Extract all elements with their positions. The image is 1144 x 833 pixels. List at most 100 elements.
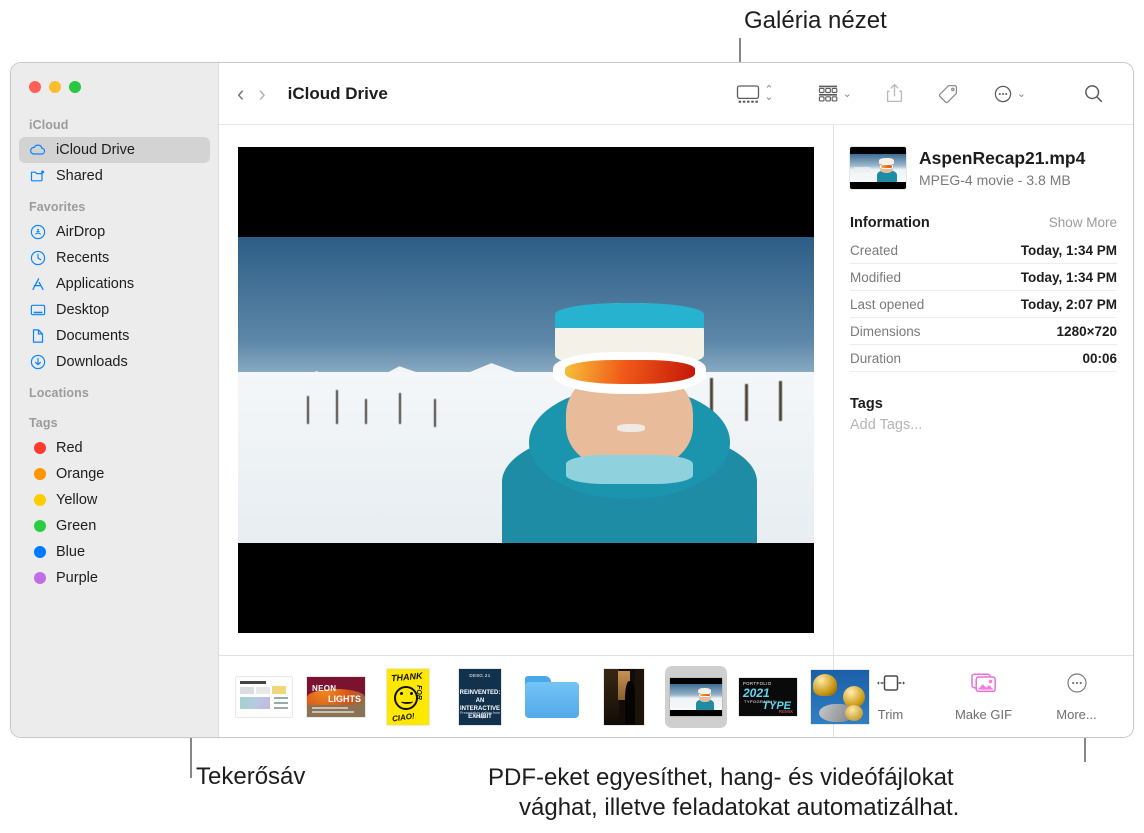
preview-area <box>219 125 833 655</box>
tag-dot-icon <box>29 491 47 509</box>
sidebar-item-tag-yellow[interactable]: Yellow <box>19 487 210 513</box>
file-thumbnail <box>850 147 906 189</box>
sidebar-item-tag-green[interactable]: Green <box>19 513 210 539</box>
sidebar-item-tag-blue[interactable]: Blue <box>19 539 210 565</box>
file-meta: MPEG-4 movie - 3.8 MB <box>919 172 1071 188</box>
information-section-header: Information Show More <box>850 215 1117 231</box>
clock-icon <box>29 249 47 267</box>
zoom-window-button[interactable] <box>69 81 81 93</box>
traffic-lights <box>11 73 218 107</box>
back-button[interactable]: ‹ <box>237 82 244 105</box>
sidebar-section-favorites: Favorites <box>29 200 86 214</box>
blue-folder-icon <box>525 675 579 718</box>
sidebar-item-label: iCloud Drive <box>56 142 135 158</box>
close-window-button[interactable] <box>29 81 41 93</box>
table-row: Duration 00:06 <box>850 345 1117 372</box>
sidebar-item-label: Purple <box>56 570 98 586</box>
sidebar-item-recents[interactable]: Recents <box>19 245 210 271</box>
forward-button[interactable]: › <box>258 82 265 105</box>
sidebar-item-label: Blue <box>56 544 86 560</box>
gallery-view-button[interactable]: ⌃ ⌄ <box>729 83 779 105</box>
gallery-view-icon <box>735 83 761 105</box>
info-value: Today, 1:34 PM <box>1020 269 1117 285</box>
list-item[interactable]: NEON LIGHTS <box>305 666 367 728</box>
desktop-icon <box>29 301 47 319</box>
trim-icon <box>874 671 908 700</box>
sidebar-item-label: Desktop <box>56 302 110 318</box>
information-title: Information <box>850 215 930 231</box>
filmstrip-scrubber[interactable]: NEON LIGHTS THANK FOR CIAO! DE8G.21 REIN… <box>219 655 869 737</box>
file-header: AspenRecap21.mp4 MPEG-4 movie - 3.8 MB <box>850 147 1117 189</box>
share-button[interactable] <box>878 82 911 105</box>
sidebar-item-label: Red <box>56 440 83 456</box>
callout-quick-actions-line1: PDF-eket egyesíthet, hang- és videófájlo… <box>488 764 954 791</box>
list-item[interactable] <box>809 666 871 728</box>
list-item[interactable]: PORTFOLIO 2021 TYPOGRAPHY TYPE REMIX <box>737 666 799 728</box>
inspector-scroll: AspenRecap21.mp4 MPEG-4 movie - 3.8 MB I… <box>834 125 1133 655</box>
more-quick-actions-button[interactable]: More... <box>1034 671 1120 722</box>
table-row: Last opened Today, 2:07 PM <box>850 291 1117 318</box>
sidebar-item-downloads[interactable]: Downloads <box>19 349 210 375</box>
preview-column: NEON LIGHTS THANK FOR CIAO! DE8G.21 REIN… <box>219 125 869 737</box>
sidebar-item-tag-purple[interactable]: Purple <box>19 565 210 591</box>
share-icon <box>884 82 905 105</box>
group-by-button[interactable]: ⌄ <box>810 83 858 105</box>
list-item[interactable] <box>593 666 655 728</box>
info-key: Dimensions <box>850 323 921 339</box>
make-gif-icon <box>968 671 1000 700</box>
sidebar-item-label: Recents <box>56 250 110 266</box>
sidebar-item-airdrop[interactable]: AirDrop <box>19 219 210 245</box>
sidebar-item-label: Green <box>56 518 97 534</box>
sidebar-item-label: Downloads <box>56 354 128 370</box>
breadcrumb: iCloud Drive <box>287 83 388 103</box>
list-item[interactable]: THANK FOR CIAO! <box>377 666 439 728</box>
sidebar-item-shared[interactable]: Shared <box>19 163 210 189</box>
sidebar-item-tag-orange[interactable]: Orange <box>19 461 210 487</box>
list-item[interactable] <box>233 666 295 728</box>
info-key: Created <box>850 242 899 258</box>
sidebar-item-applications[interactable]: Applications <box>19 271 210 297</box>
search-button[interactable] <box>1076 82 1111 105</box>
info-value: 00:06 <box>1082 350 1117 366</box>
chevron-down-icon: ⌄ <box>842 88 852 100</box>
list-item[interactable] <box>665 665 727 728</box>
callout-gallery-view: Galéria nézet <box>744 7 887 34</box>
more-actions-button[interactable]: ⌄ <box>986 83 1032 105</box>
tags-title: Tags <box>850 396 883 412</box>
sidebar-item-label: Orange <box>56 466 105 482</box>
sidebar-item-desktop[interactable]: Desktop <box>19 297 210 323</box>
list-item[interactable]: DE8G.21 REINVENTED: AN INTERACTIVE EXHIBIT… <box>449 666 511 728</box>
sidebar-item-documents[interactable]: Documents <box>19 323 210 349</box>
info-key: Duration <box>850 350 902 366</box>
tag-dot-icon <box>29 465 47 483</box>
sidebar-section-tags: Tags <box>29 416 58 430</box>
document-icon <box>29 327 47 345</box>
search-icon <box>1082 82 1105 105</box>
tag-dot-icon <box>29 569 47 587</box>
sidebar-item-icloud-drive[interactable]: iCloud Drive <box>19 137 210 163</box>
sidebar-item-label: Applications <box>56 276 135 292</box>
list-item[interactable] <box>521 666 583 728</box>
tag-button[interactable] <box>931 82 966 105</box>
table-row: Modified Today, 1:34 PM <box>850 264 1117 291</box>
content-area: ‹ › iCloud Drive ⌃ ⌄ ⌄ ⌄ NEON LIGHTS THA… <box>219 63 1133 737</box>
minimize-window-button[interactable] <box>49 81 61 93</box>
more-label: More... <box>1056 707 1097 722</box>
sidebar-item-label: Yellow <box>56 492 98 508</box>
sidebar: iCloud iCloud Drive Shared Favorites Air… <box>11 63 219 737</box>
table-row: Created Today, 1:34 PM <box>850 237 1117 264</box>
make-gif-button[interactable]: Make GIF <box>941 671 1027 722</box>
ellipsis-circle-icon <box>992 83 1014 105</box>
applications-icon <box>29 275 47 293</box>
video-preview[interactable] <box>238 147 814 633</box>
sidebar-item-tag-red[interactable]: Red <box>19 435 210 461</box>
sidebar-item-label: Documents <box>56 328 130 344</box>
add-tags-input[interactable]: Add Tags... <box>850 417 1117 433</box>
quick-actions-bar: Trim Make GIF More... <box>834 655 1133 737</box>
tag-dot-icon <box>29 439 47 457</box>
sidebar-item-label: Shared <box>56 168 103 184</box>
skier-subject <box>497 298 762 543</box>
make-gif-label: Make GIF <box>954 707 1013 722</box>
show-more-button[interactable]: Show More <box>1049 215 1117 230</box>
info-value: Today, 2:07 PM <box>1020 296 1117 312</box>
